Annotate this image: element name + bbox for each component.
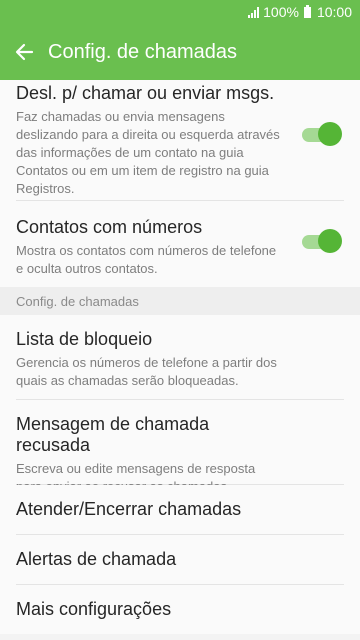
setting-reject-message[interactable]: Mensagem de chamada recusada Escreva ou … bbox=[0, 400, 360, 512]
setting-block-list[interactable]: Lista de bloqueio Gerencia os números de… bbox=[0, 315, 360, 399]
setting-description: Gerencia os números de telefone a partir… bbox=[16, 355, 277, 388]
page-title: Config. de chamadas bbox=[48, 40, 238, 63]
status-bar: 100% 10:00 bbox=[0, 0, 360, 24]
setting-title: Contatos com números bbox=[16, 217, 203, 237]
setting-title: Lista de bloqueio bbox=[16, 329, 153, 349]
setting-answer-end-calls[interactable]: Atender/Encerrar chamadas bbox=[0, 485, 360, 534]
setting-title: Mensagem de chamada recusada bbox=[16, 414, 210, 455]
setting-title: Atender/Encerrar chamadas bbox=[16, 499, 242, 519]
section-header: Config. de chamadas bbox=[0, 287, 360, 315]
setting-title: Mais configurações bbox=[16, 599, 172, 619]
setting-title: Alertas de chamada bbox=[16, 549, 177, 569]
setting-call-alerts[interactable]: Alertas de chamada bbox=[0, 535, 360, 584]
settings-list: Desl. p/ chamar ou enviar msgs. Faz cham… bbox=[0, 80, 360, 640]
battery-percent: 100% bbox=[263, 4, 299, 20]
bottom-edge bbox=[0, 634, 360, 640]
setting-swipe-to-call[interactable]: Desl. p/ chamar ou enviar msgs. Faz cham… bbox=[0, 80, 360, 200]
swipe-to-call-toggle[interactable] bbox=[302, 122, 342, 146]
setting-description: Faz chamadas ou envia mensagens deslizan… bbox=[16, 109, 280, 196]
battery-icon bbox=[303, 4, 311, 18]
signal-icon bbox=[248, 6, 260, 18]
contacts-with-numbers-toggle[interactable] bbox=[302, 229, 342, 253]
setting-contacts-with-numbers[interactable]: Contatos com números Mostra os contatos … bbox=[0, 201, 360, 287]
setting-more-settings[interactable]: Mais configurações bbox=[0, 585, 360, 634]
app-bar: Config. de chamadas bbox=[0, 24, 360, 80]
setting-title: Desl. p/ chamar ou enviar msgs. bbox=[16, 83, 275, 103]
back-arrow-icon[interactable] bbox=[0, 24, 48, 80]
setting-description: Mostra os contatos com números de telefo… bbox=[16, 243, 277, 276]
clock: 10:00 bbox=[316, 4, 352, 20]
